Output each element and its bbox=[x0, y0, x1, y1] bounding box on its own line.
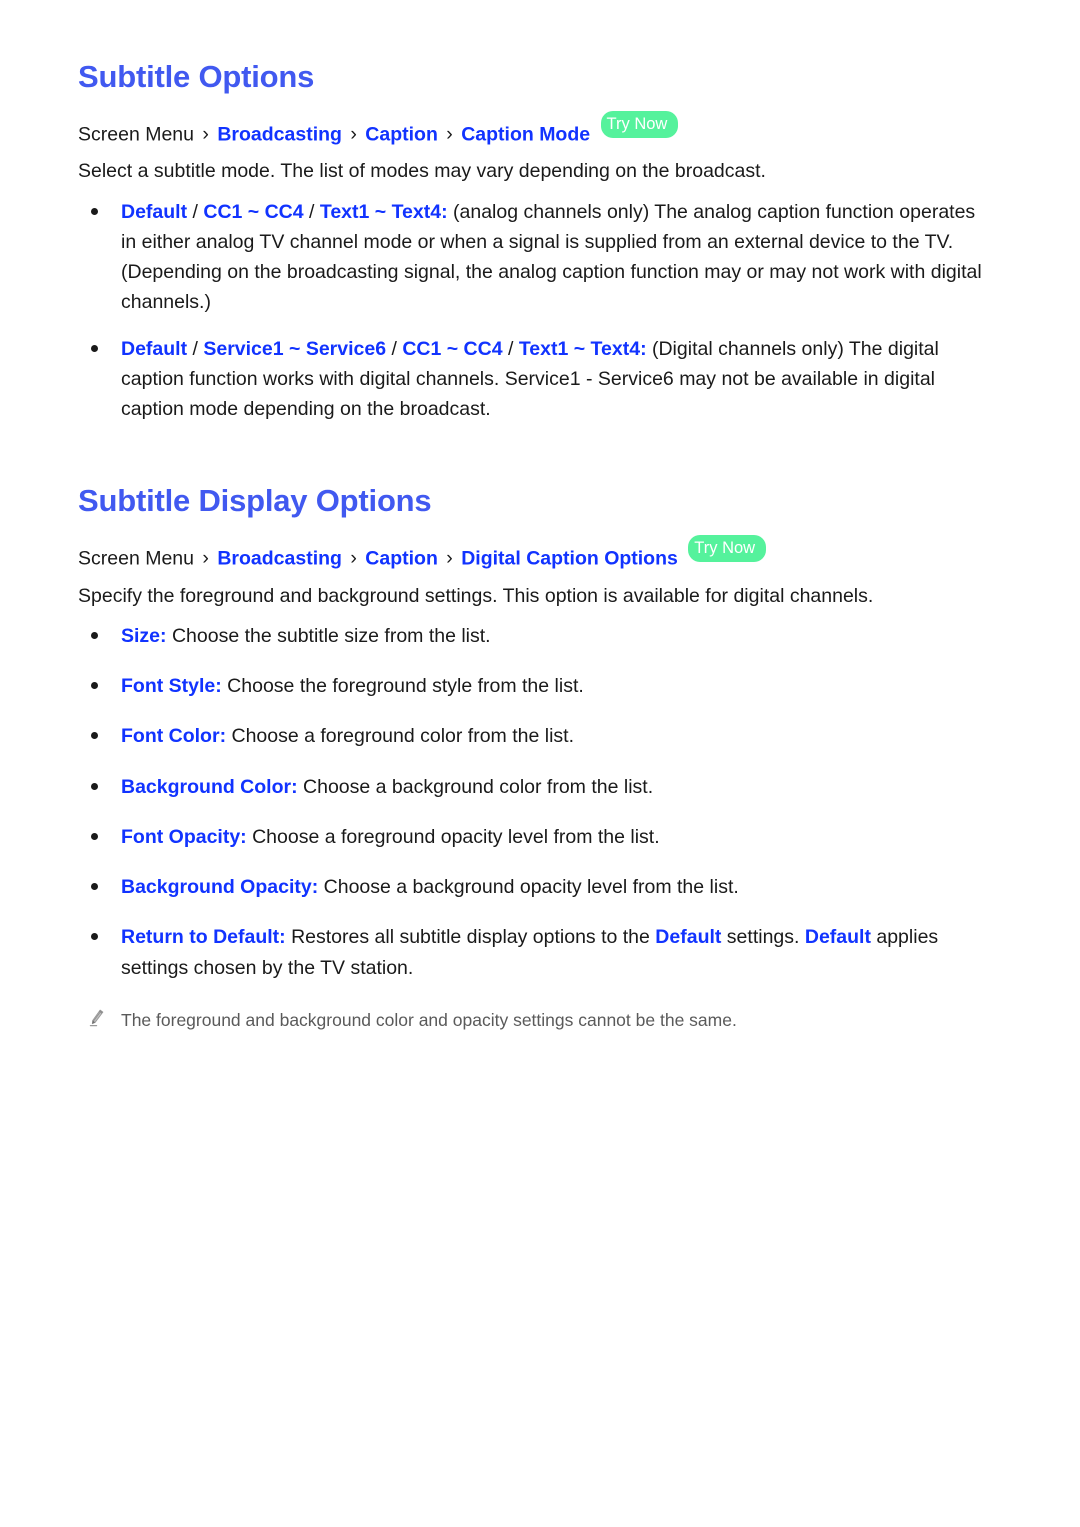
section-description: Specify the foreground and background se… bbox=[78, 584, 874, 607]
keyword-separator: / bbox=[187, 337, 204, 360]
option-description: Restores all subtitle display options to… bbox=[285, 926, 656, 949]
option-keyword: Service1 ~ Service6 bbox=[203, 337, 387, 360]
breadcrumb-separator-icon: › bbox=[350, 547, 357, 570]
breadcrumb-root: Screen Menu bbox=[78, 547, 194, 570]
option-description: Choose a foreground opacity level from t… bbox=[246, 825, 660, 848]
list-item: Default / Service1 ~ Service6 / CC1 ~ CC… bbox=[78, 334, 985, 425]
pencil-icon bbox=[87, 1008, 107, 1028]
option-keyword: Background Opacity bbox=[121, 876, 312, 899]
option-keyword: Text1 ~ Text4 bbox=[319, 200, 442, 223]
option-keyword: Font Opacity bbox=[121, 825, 241, 848]
list-item: Size: Choose the subtitle size from the … bbox=[78, 621, 985, 651]
breadcrumb-link-caption[interactable]: Caption bbox=[365, 123, 438, 145]
section-description: Select a subtitle mode. The list of mode… bbox=[78, 160, 766, 183]
breadcrumb-separator-icon: › bbox=[202, 547, 209, 570]
option-keyword: CC1 ~ CC4 bbox=[402, 337, 503, 360]
display-option-list: Size: Choose the subtitle size from the … bbox=[78, 621, 985, 983]
option-keyword: Text1 ~ Text4 bbox=[518, 337, 641, 360]
keyword-separator: / bbox=[386, 337, 403, 360]
option-description: Choose a foreground color from the list. bbox=[226, 725, 574, 748]
breadcrumb-separator-icon: › bbox=[202, 123, 209, 146]
breadcrumb-link-broadcasting[interactable]: Broadcasting bbox=[217, 547, 342, 569]
keyword-separator: / bbox=[303, 200, 320, 223]
page-title: Subtitle Display Options bbox=[78, 483, 432, 519]
option-keyword: Background Color bbox=[121, 775, 292, 798]
option-keyword: Font Style bbox=[121, 675, 216, 698]
option-description: settings. bbox=[721, 926, 805, 949]
breadcrumb-separator-icon: › bbox=[350, 123, 357, 146]
option-keyword: Default bbox=[121, 200, 188, 223]
breadcrumb-link-caption-mode[interactable]: Caption Mode bbox=[461, 123, 590, 145]
option-keyword: CC1 ~ CC4 bbox=[203, 200, 304, 223]
option-keyword: Size bbox=[121, 624, 161, 647]
note-callout: The foreground and background color and … bbox=[78, 1007, 985, 1033]
list-item: Font Style: Choose the foreground style … bbox=[78, 671, 985, 701]
try-now-badge[interactable]: Try Now bbox=[688, 534, 767, 563]
option-keyword: Default bbox=[121, 337, 188, 360]
keyword-separator: / bbox=[502, 337, 519, 360]
breadcrumb-separator-icon: › bbox=[446, 123, 453, 146]
option-list: Default / CC1 ~ CC4 / Text1 ~ Text4: (an… bbox=[78, 197, 985, 425]
breadcrumb-link-caption[interactable]: Caption bbox=[365, 547, 438, 569]
breadcrumb: Screen Menu › Broadcasting › Caption › D… bbox=[78, 534, 985, 574]
option-description: Choose a background color from the list. bbox=[297, 775, 654, 798]
option-keyword: Return to Default bbox=[121, 926, 280, 949]
list-item: Font Color: Choose a foreground color fr… bbox=[78, 721, 985, 751]
list-item: Background Color: Choose a background co… bbox=[78, 772, 985, 802]
section-subtitle-display-options: Subtitle Display Options Screen Menu › B… bbox=[78, 478, 985, 1033]
page-title: Subtitle Options bbox=[78, 59, 315, 94]
option-description: Choose a background opacity level from t… bbox=[318, 876, 739, 899]
option-description: Choose the subtitle size from the list. bbox=[166, 624, 491, 647]
list-item: Background Opacity: Choose a background … bbox=[78, 872, 985, 902]
inline-keyword-default: Default bbox=[655, 926, 722, 949]
note-text: The foreground and background color and … bbox=[121, 1009, 737, 1030]
keyword-separator: / bbox=[187, 200, 204, 223]
inline-keyword-default: Default bbox=[804, 926, 871, 949]
breadcrumb-separator-icon: › bbox=[446, 547, 453, 570]
try-now-badge[interactable]: Try Now bbox=[600, 110, 679, 139]
list-item: Font Opacity: Choose a foreground opacit… bbox=[78, 822, 985, 852]
document-page: Subtitle Options Screen Menu › Broadcast… bbox=[0, 0, 1080, 1527]
list-item: Default / CC1 ~ CC4 / Text1 ~ Text4: (an… bbox=[78, 197, 985, 318]
breadcrumb-link-digital-caption-options[interactable]: Digital Caption Options bbox=[461, 547, 678, 569]
list-item: Return to Default: Restores all subtitle… bbox=[78, 922, 985, 982]
section-subtitle-options: Subtitle Options Screen Menu › Broadcast… bbox=[78, 59, 985, 425]
breadcrumb-root: Screen Menu bbox=[78, 123, 194, 146]
option-description: Choose the foreground style from the lis… bbox=[221, 675, 584, 698]
breadcrumb-link-broadcasting[interactable]: Broadcasting bbox=[217, 123, 342, 145]
breadcrumb: Screen Menu › Broadcasting › Caption › C… bbox=[78, 110, 985, 150]
option-keyword: Font Color bbox=[121, 725, 220, 748]
